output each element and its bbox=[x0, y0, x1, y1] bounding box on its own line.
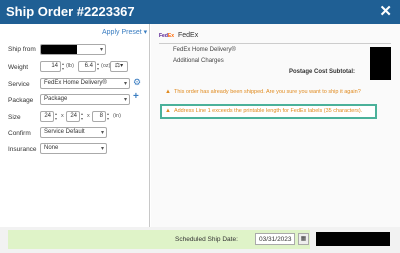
size-width-input[interactable]: 24 bbox=[66, 111, 80, 122]
size-length-stepper[interactable]: ▴ ▾ bbox=[55, 111, 59, 122]
size-unit: (in) bbox=[113, 113, 121, 119]
ship-from-redacted bbox=[41, 45, 77, 54]
insurance-value: None bbox=[44, 145, 59, 151]
line-item-charges: Additional Charges bbox=[173, 58, 224, 64]
chevron-down-icon: ▾ bbox=[123, 97, 127, 103]
weight-label: Weight bbox=[8, 64, 29, 71]
fedex-logo: FedEx bbox=[159, 33, 175, 39]
chevron-down-icon: ▾ bbox=[99, 47, 103, 53]
insurance-label: Insurance bbox=[8, 146, 37, 153]
price-redacted bbox=[370, 47, 391, 80]
size-length-input[interactable]: 24 bbox=[40, 111, 54, 122]
carrier-name: FedEx bbox=[177, 32, 199, 39]
plus-icon[interactable]: + bbox=[133, 91, 139, 102]
confirm-value: Service Default bbox=[44, 129, 85, 135]
weight-oz-input[interactable]: 6.4 bbox=[78, 61, 96, 72]
service-value: FedEx Home Delivery® bbox=[44, 80, 107, 86]
warning-already-shipped: ▲ This order has already been shipped. Ar… bbox=[165, 89, 361, 95]
ship-date-input[interactable]: 03/31/2023 bbox=[255, 233, 295, 245]
chevron-down-icon: ▾ bbox=[123, 81, 127, 87]
size-width-stepper[interactable]: ▴ ▾ bbox=[81, 111, 85, 122]
package-label: Package bbox=[8, 97, 34, 104]
close-icon[interactable]: ✕ bbox=[379, 2, 392, 20]
chevron-down-icon: ▾ bbox=[100, 146, 104, 152]
size-height-input[interactable]: 8 bbox=[92, 111, 106, 122]
ship-date-label: Scheduled Ship Date: bbox=[175, 236, 238, 243]
package-select[interactable]: Package ▾ bbox=[40, 94, 130, 105]
weight-lb-input[interactable]: 14 bbox=[40, 61, 61, 72]
size-height-stepper[interactable]: ▴ ▾ bbox=[107, 111, 111, 122]
rate-summary-panel: FedEx FedEx FedEx Home Delivery® Additio… bbox=[151, 24, 400, 227]
service-select[interactable]: FedEx Home Delivery® ▾ bbox=[40, 78, 130, 89]
ship-from-select[interactable]: ▾ bbox=[40, 44, 106, 55]
dialog-title: Ship Order #2223367 bbox=[6, 4, 135, 19]
confirm-select[interactable]: Service Default ▾ bbox=[40, 127, 107, 138]
confirm-label: Confirm bbox=[8, 130, 31, 137]
shipping-form-panel: Apply Preset ▾ Ship from ▾ Weight 14 ▴ ▾ … bbox=[0, 24, 150, 227]
insurance-select[interactable]: None ▾ bbox=[40, 143, 107, 154]
size-separator: x bbox=[61, 113, 64, 119]
size-label: Size bbox=[8, 114, 21, 121]
dialog-header: Ship Order #2223367 ✕ bbox=[0, 0, 400, 24]
package-value: Package bbox=[44, 96, 68, 102]
divider bbox=[159, 43, 391, 44]
weight-lb-unit: (lb) bbox=[66, 63, 74, 69]
gear-icon[interactable]: ⚙ bbox=[133, 77, 141, 88]
warning-icon: ▲ bbox=[165, 89, 171, 95]
ship-from-label: Ship from bbox=[8, 46, 36, 53]
line-item-service: FedEx Home Delivery® bbox=[173, 47, 236, 53]
service-label: Service bbox=[8, 81, 30, 88]
action-button-redacted[interactable] bbox=[316, 232, 390, 246]
chevron-down-icon: ▾ bbox=[100, 130, 104, 136]
scale-button[interactable]: ⚖▾ bbox=[110, 61, 128, 72]
size-separator: x bbox=[87, 113, 90, 119]
scale-icon: ⚖▾ bbox=[114, 63, 124, 69]
subtotal-label: Postage Cost Subtotal: bbox=[289, 69, 356, 75]
apply-preset-link[interactable]: Apply Preset ▾ bbox=[102, 28, 147, 36]
warning-address-length: ▲ Address Line 1 exceeds the printable le… bbox=[165, 108, 363, 114]
carrier-header: FedEx FedEx bbox=[159, 32, 198, 39]
warning-icon: ▲ bbox=[165, 108, 171, 114]
calendar-icon[interactable]: ▦ bbox=[298, 233, 309, 245]
